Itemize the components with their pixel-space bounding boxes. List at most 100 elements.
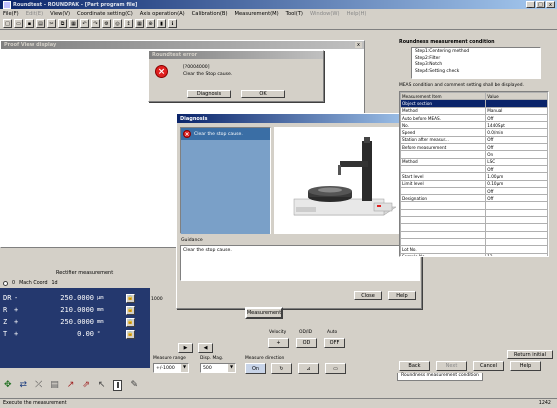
mag-select[interactable]: 500 ▼ <box>200 363 236 373</box>
diagnosis-list[interactable]: × Clear the stop cause. <box>180 127 271 234</box>
table-row[interactable]: On <box>400 150 548 159</box>
play-button[interactable]: ▶ <box>178 343 193 353</box>
guidance-textarea[interactable]: Clear the stop cause. <box>180 245 420 281</box>
tilt-icon[interactable]: ⤫ <box>35 380 42 390</box>
back-button[interactable]: ◀ <box>198 343 213 353</box>
menu-calibration[interactable]: Calibration(B) <box>192 11 228 17</box>
table-cell-value <box>485 208 548 218</box>
return-initial-button[interactable]: Return initial <box>507 350 553 359</box>
table-row[interactable]: Object section <box>400 99 548 108</box>
step-item[interactable]: Step4:Setting check <box>415 69 537 76</box>
info-icon[interactable]: ℹ <box>168 19 177 28</box>
auto-button[interactable]: OFF <box>324 338 345 348</box>
info-box-icon[interactable]: I <box>113 379 123 391</box>
save-icon[interactable]: ▪ <box>25 19 34 28</box>
lock-icon[interactable]: 🔒 <box>126 305 135 315</box>
close-dialog-button[interactable]: Close <box>354 291 382 300</box>
rotate-icon[interactable]: ↻ <box>271 363 292 374</box>
menu-view[interactable]: View(V) <box>50 11 70 17</box>
proof-view-close-icon[interactable]: x <box>355 42 362 48</box>
cut-icon[interactable]: ✂ <box>47 19 56 28</box>
table-row[interactable] <box>400 237 548 247</box>
new-icon[interactable]: □ <box>3 19 12 28</box>
maximize-button[interactable]: □ <box>536 1 545 8</box>
close-button[interactable]: x <box>546 1 555 8</box>
diagnosis-button[interactable]: Diagnosis <box>187 90 231 98</box>
chart-icon[interactable]: ▮ <box>157 19 166 28</box>
table-row[interactable]: Start level 1.00μm <box>400 172 548 181</box>
od-button[interactable]: OD <box>296 338 317 348</box>
ok-button[interactable]: OK <box>241 90 285 98</box>
table-row[interactable]: Before measurement Off <box>400 143 548 152</box>
back-nav-button[interactable]: Back <box>399 361 430 371</box>
condition-table[interactable]: Measurement Item Value Object section Met… <box>399 91 549 257</box>
scale-label: 1000 <box>151 297 163 302</box>
lock-icon[interactable]: 🔒 <box>126 329 135 339</box>
table-row[interactable]: Off <box>400 164 548 174</box>
settings-icon[interactable]: ⚙ <box>102 19 111 28</box>
table-row[interactable]: Limit level 0.10μm <box>400 179 548 188</box>
menu-file[interactable]: File(F) <box>3 11 19 17</box>
chevron-down-icon[interactable]: ▼ <box>228 364 235 372</box>
undo-icon[interactable]: ↶ <box>80 19 89 28</box>
table-row[interactable]: Off <box>400 186 548 196</box>
align-icon[interactable]: ⇄ <box>20 380 28 390</box>
paste-icon[interactable]: ▦ <box>69 19 78 28</box>
table-row[interactable]: Designation Off <box>400 194 548 203</box>
measure-icon[interactable]: ◎ <box>113 19 122 28</box>
table-row[interactable] <box>400 223 548 232</box>
table-row[interactable] <box>400 208 548 218</box>
table-row[interactable]: Method Manual <box>400 106 548 115</box>
table-row[interactable]: Method LSC <box>400 157 548 166</box>
arrow-up-icon[interactable]: ↗ <box>67 380 75 390</box>
zoom-icon[interactable]: ⊕ <box>146 19 155 28</box>
lock-icon[interactable]: 🔒 <box>126 293 135 303</box>
menu-window[interactable]: Window(W) <box>310 11 340 17</box>
copy-icon[interactable]: ⧉ <box>58 19 67 28</box>
minimize-button[interactable]: _ <box>526 1 535 8</box>
menu-edit[interactable]: Edit(E) <box>26 11 43 17</box>
range-select[interactable]: +/-1000 ▼ <box>153 363 189 373</box>
table-row[interactable]: Sample No. 12 <box>400 252 548 256</box>
table-row[interactable]: Speed 0.0/min <box>400 128 548 137</box>
menu-help[interactable]: Help(H) <box>347 11 367 17</box>
step-list[interactable]: Step1:Centering method Step2:Filter Step… <box>411 47 541 79</box>
table-row[interactable]: Station after measur... Off <box>400 135 548 145</box>
coord-mode[interactable]: Mach Coord <box>19 281 47 286</box>
next-nav-button[interactable]: Next <box>436 361 467 371</box>
menu-tool[interactable]: Tool(T) <box>286 11 303 17</box>
grid-icon[interactable]: ▦ <box>135 19 144 28</box>
direction-label: Measure direction <box>245 356 285 361</box>
cursor-icon[interactable]: ↖ <box>98 380 106 390</box>
help-nav-button[interactable]: Help <box>510 361 541 371</box>
axis-icon[interactable]: ↕ <box>124 19 133 28</box>
redo-icon[interactable]: ↷ <box>91 19 100 28</box>
print-icon[interactable]: ▤ <box>36 19 45 28</box>
condition-tab[interactable]: Roundness measurement condition <box>397 373 483 381</box>
table-row[interactable] <box>400 216 548 225</box>
open-icon[interactable]: ▭ <box>14 19 23 28</box>
cancel-nav-button[interactable]: Cancel <box>473 361 504 371</box>
menu-measurement[interactable]: Measurement(M) <box>235 11 279 17</box>
table-icon[interactable]: ▭ <box>325 363 346 374</box>
table-row[interactable]: Auto before MEAS. Off <box>400 113 548 123</box>
table-row[interactable]: Lot No. <box>400 245 548 254</box>
probe-icon[interactable]: ⊿ <box>298 363 319 374</box>
wrench-icon[interactable]: ✎ <box>130 380 138 390</box>
diagnosis-list-item[interactable]: × Clear the stop cause. <box>181 128 270 140</box>
menu-coordinate[interactable]: Coordinate setting(C) <box>77 11 133 17</box>
coord-radio-icon[interactable] <box>3 281 8 286</box>
velocity-button[interactable]: + <box>268 338 289 348</box>
arrow-a-icon[interactable]: ⇗ <box>82 380 90 390</box>
table-row[interactable]: No. 1440Spt <box>400 121 548 130</box>
menu-axis[interactable]: Axis operation(A) <box>140 11 185 17</box>
lock-icon[interactable]: 🔒 <box>126 317 135 327</box>
direction-button[interactable]: On <box>245 363 266 374</box>
table-row[interactable] <box>400 201 548 210</box>
chevron-down-icon[interactable]: ▼ <box>181 364 188 372</box>
measurement-button[interactable]: Measurement <box>245 307 283 319</box>
axis-move-icon[interactable]: ✥ <box>4 380 12 390</box>
table-cell-value <box>485 230 548 239</box>
table-row[interactable] <box>400 230 548 239</box>
chart-view-icon[interactable]: ▤ <box>50 380 59 390</box>
